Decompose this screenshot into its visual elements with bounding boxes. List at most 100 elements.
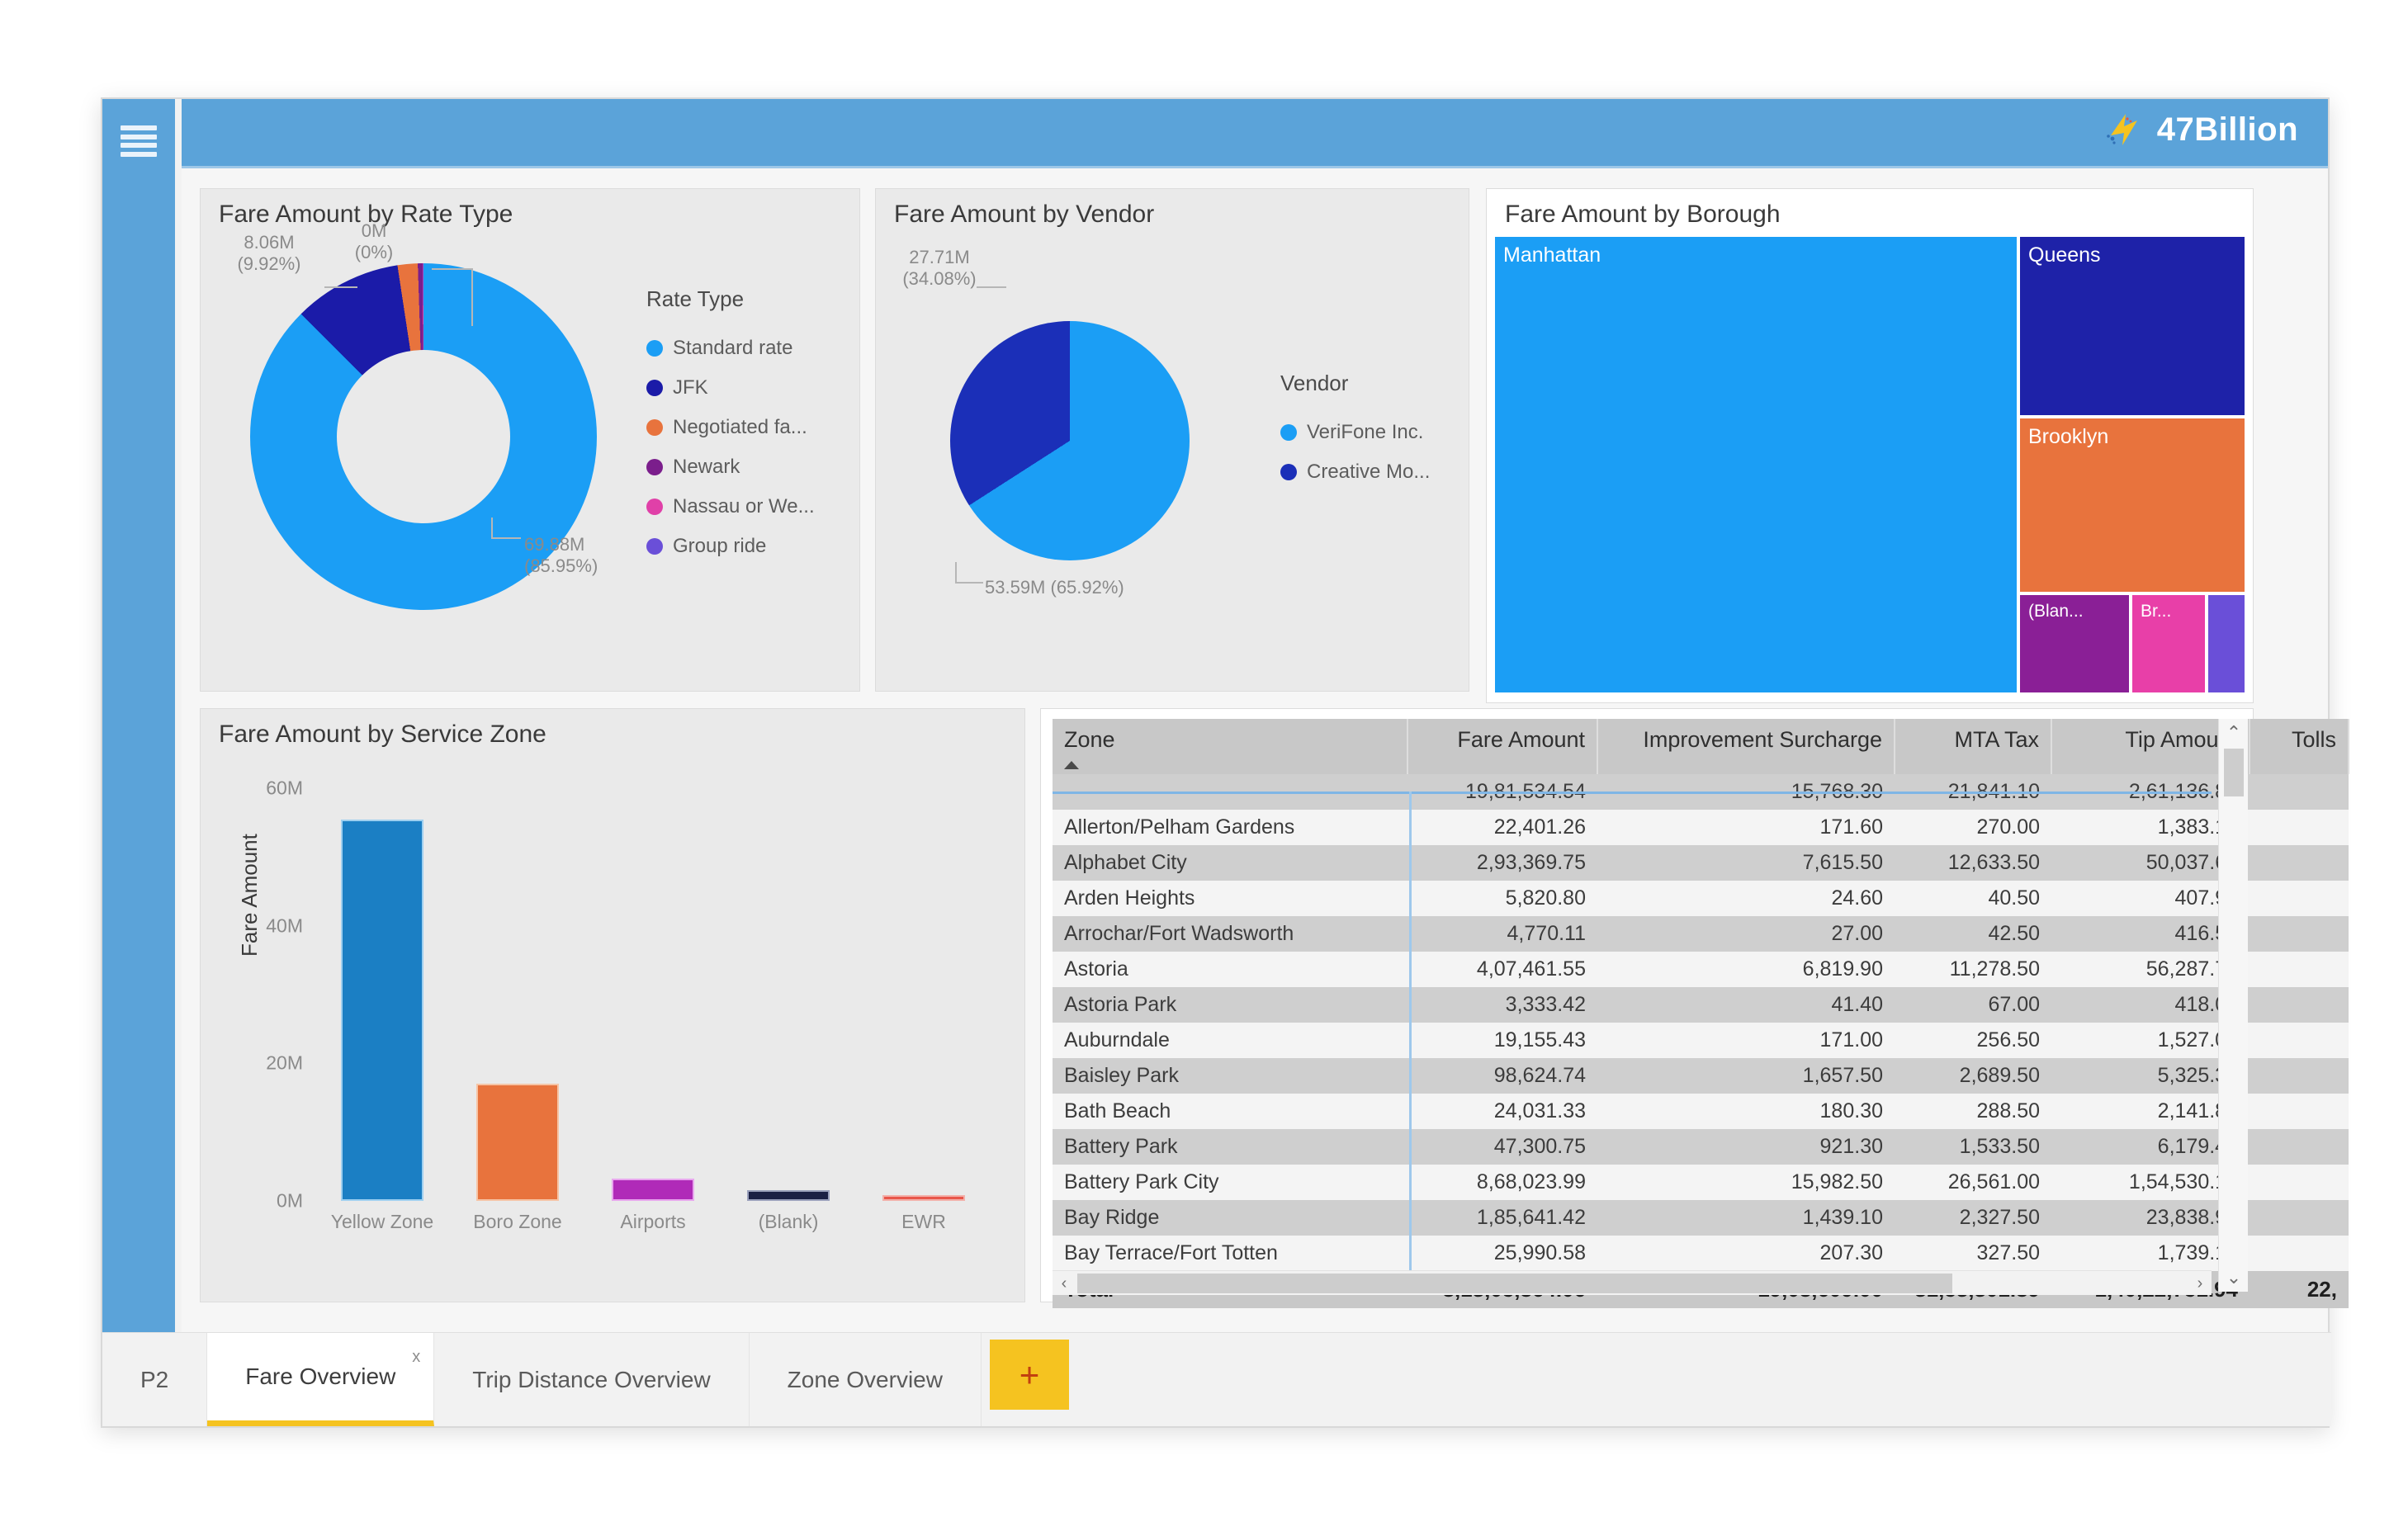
bar-yellow-zone[interactable] [341,820,423,1201]
table-row[interactable]: Allerton/Pelham Gardens 22,401.26 171.60 27… [1053,810,2349,845]
cell-tolls [2250,1200,2349,1236]
visual-fare-by-borough[interactable]: Fare Amount by Borough Manhattan Queens … [1486,188,2254,703]
bar-boro-zone[interactable] [476,1084,559,1201]
scroll-left-icon[interactable]: ‹ [1053,1271,1076,1296]
cell-fare: 22,401.26 [1493,815,1586,839]
treemap-cell-staten-island[interactable] [2208,595,2245,692]
legend-item[interactable]: VeriFone Inc. [1280,413,1430,452]
table-horizontal-scrollbar[interactable]: ‹ › [1053,1270,2212,1295]
bar-blank[interactable] [747,1190,830,1201]
legend-item[interactable]: Negotiated fa... [646,408,815,447]
cell-mta: 1,533.50 [1959,1135,2040,1158]
cell-mta: 40.50 [1988,886,2040,910]
visual-zone-table[interactable]: Zone Fare Amount Improvement Surcharge M… [1040,708,2349,1308]
table-row[interactable]: Bay Terrace/Fort Totten 25,990.58 207.30 32… [1053,1236,2349,1271]
table-vertical-scrollbar[interactable]: ⌃ ⌄ [2218,719,2248,1292]
page-tab-bar[interactable]: P2 Fare Overview x Trip Distance Overvie… [102,1332,2331,1426]
treemap-cell-label: Queens [2028,243,2101,267]
tab-fare-overview[interactable]: Fare Overview x [207,1333,435,1426]
vendor-legend[interactable]: Vendor VeriFone Inc. Creative Mo... [1280,371,1430,492]
visual-fare-by-service-zone[interactable]: Fare Amount by Service Zone Fare Amount … [200,708,1025,1358]
tab-zone-overview[interactable]: Zone Overview [750,1333,982,1426]
table-row[interactable]: Arden Heights 5,820.80 24.60 40.50 407.99 [1053,881,2349,916]
pie-label-creative: 27.71M (34.08%) [902,247,977,290]
bar-ewr[interactable] [882,1195,965,1201]
cell-fare: 8,68,023.99 [1476,1170,1586,1193]
legend-item[interactable]: Group ride [646,527,815,566]
donut-hole [337,350,510,523]
bar-airports[interactable] [612,1179,694,1201]
bar-group[interactable]: (Blank) [721,788,856,1232]
cell-fare: 4,07,461.55 [1476,957,1586,981]
table-row[interactable]: Bay Ridge 1,85,641.42 1,439.10 2,327.50 23,8… [1053,1200,2349,1236]
legend-item[interactable]: Nassau or We... [646,487,815,527]
treemap-chart[interactable]: Manhattan Queens Brooklyn (Blan... Br... [1495,237,2245,692]
table-row[interactable]: Battery Park City 8,68,023.99 15,982.50 26,… [1053,1165,2349,1200]
column-header-fare-amount[interactable]: Fare Amount [1407,719,1598,774]
scroll-thumb[interactable] [2224,749,2244,796]
cell-mta: 288.50 [1976,1099,2040,1122]
y-tick: 0M [277,1189,303,1212]
table-row[interactable]: Auburndale 19,155.43 171.00 256.50 1,527.08 [1053,1023,2349,1058]
legend-item[interactable]: JFK [646,368,815,408]
bar-group[interactable]: Boro Zone [450,788,585,1232]
column-header-tolls[interactable]: Tolls [2250,719,2349,774]
y-tick: 60M [266,777,303,799]
add-page-button[interactable]: + [989,1340,1069,1410]
table-row[interactable]: Baisley Park 98,624.74 1,657.50 2,689.50 5,3… [1053,1058,2349,1094]
treemap-cell-bronx[interactable]: Br... [2132,595,2205,692]
bar-group[interactable]: Airports [585,788,721,1232]
cell-tolls [2250,1236,2349,1271]
scroll-up-icon[interactable]: ⌃ [2219,719,2249,747]
treemap-cell-blank[interactable]: (Blan... [2020,595,2129,692]
bar-group[interactable]: Yellow Zone [315,788,450,1232]
cell-surcharge: 921.30 [1819,1135,1883,1158]
scroll-thumb[interactable] [1077,1274,1952,1293]
hamburger-menu-icon[interactable] [121,125,157,157]
visual-fare-by-rate-type[interactable]: Fare Amount by Rate Type 8.06M (9.92%) 0M… [200,188,860,692]
legend-item[interactable]: Newark [646,447,815,487]
tab-p2[interactable]: P2 [102,1333,208,1426]
cell-fare: 19,155.43 [1493,1028,1586,1052]
x-tick-label: EWR [901,1211,946,1232]
legend-item[interactable]: Standard rate [646,328,815,368]
table-row[interactable]: Astoria Park 3,333.42 41.40 67.00 418.09 [1053,987,2349,1023]
cell-fare: 5,820.80 [1505,886,1586,910]
cell-zone: Astoria [1064,957,1128,981]
column-divider[interactable] [1409,792,1412,1287]
power-bi-report-window: 47Billion Fare Amount by Rate Type 8.06M… [101,97,2349,1428]
y-axis-title: Fare Amount [237,834,262,957]
visual-fare-by-vendor[interactable]: Fare Amount by Vendor 27.71M (34.08%) 53.… [875,188,1469,692]
cell-zone: Alphabet City [1064,851,1187,874]
cell-surcharge: 1,657.50 [1802,1064,1883,1087]
x-tick-label: (Blank) [758,1211,819,1232]
treemap-cell-brooklyn[interactable]: Brooklyn [2020,418,2245,592]
column-header-mta-tax[interactable]: MTA Tax [1895,719,2052,774]
table-row[interactable]: Bath Beach 24,031.33 180.30 288.50 2,141.80 [1053,1094,2349,1129]
cell-fare: 1,85,641.42 [1476,1206,1586,1229]
treemap-cell-queens[interactable]: Queens [2020,237,2245,415]
treemap-cell-manhattan[interactable]: Manhattan [1495,237,2017,692]
legend-title: Rate Type [646,286,745,311]
cell-tolls [2250,1165,2349,1200]
table-row[interactable]: Astoria 4,07,461.55 6,819.90 11,278.50 56,28… [1053,952,2349,987]
scroll-down-icon[interactable]: ⌄ [2219,1264,2249,1292]
table-row[interactable]: Arrochar/Fort Wadsworth 4,770.11 27.00 42.5… [1053,916,2349,952]
column-header-improvement-surcharge[interactable]: Improvement Surcharge [1597,719,1895,774]
table-header-row: Zone Fare Amount Improvement Surcharge M… [1053,719,2349,774]
tab-close-icon[interactable]: x [412,1348,420,1367]
pie-chart[interactable] [950,321,1190,560]
cell-surcharge: 180.30 [1819,1099,1883,1122]
cell-zone: Battery Park [1064,1135,1178,1158]
bar-group[interactable]: EWR [856,788,991,1232]
rate-type-legend[interactable]: Rate Type Standard rate JFK Negotiated f… [646,286,815,566]
table-row[interactable]: Battery Park 47,300.75 921.30 1,533.50 6,179… [1053,1129,2349,1165]
data-table[interactable]: Zone Fare Amount Improvement Surcharge M… [1053,719,2349,1308]
table-row[interactable]: Alphabet City 2,93,369.75 7,615.50 12,633.5… [1053,845,2349,881]
cell-surcharge: 6,819.90 [1802,957,1883,981]
legend-item[interactable]: Creative Mo... [1280,452,1430,492]
cell-zone: Astoria Park [1064,993,1177,1016]
tab-trip-distance-overview[interactable]: Trip Distance Overview [434,1333,750,1426]
column-header-zone[interactable]: Zone [1053,719,1408,774]
scroll-right-icon[interactable]: › [2188,1271,2212,1296]
